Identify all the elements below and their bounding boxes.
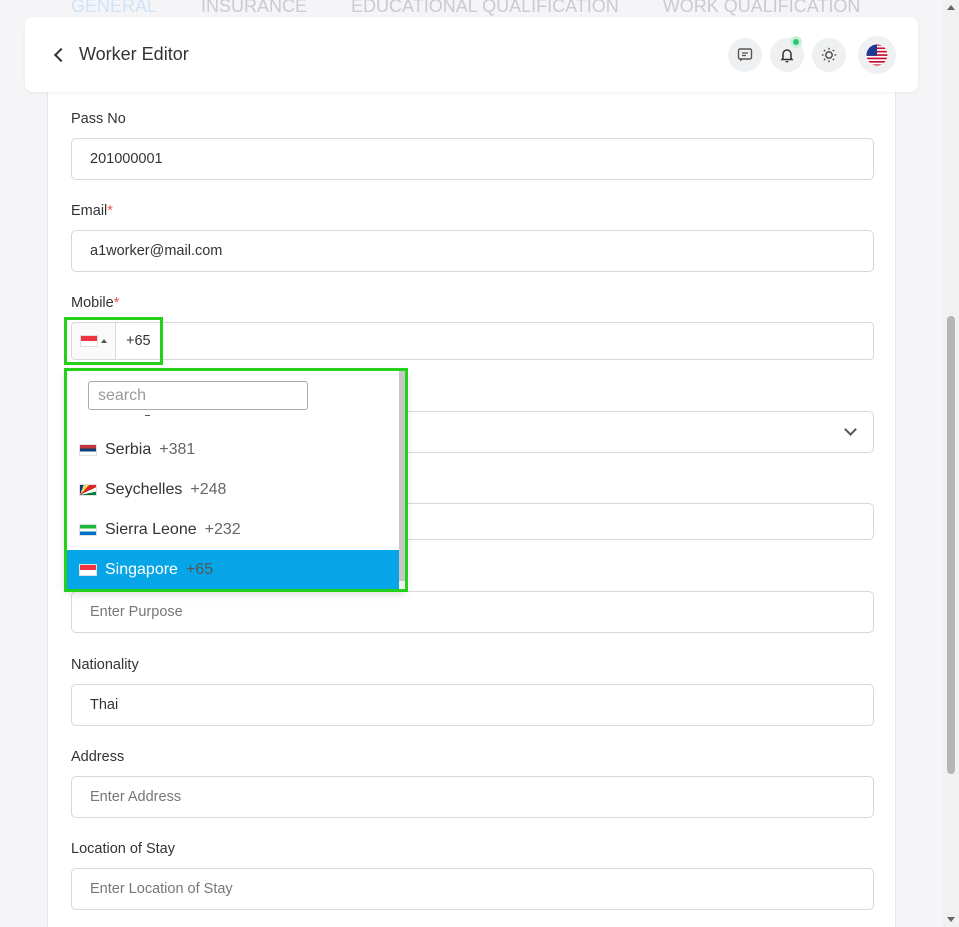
nationality-input[interactable]: Thai	[71, 684, 874, 726]
dial-code: +65	[126, 333, 151, 349]
list-item-partial[interactable]	[67, 411, 399, 430]
dropdown-scrollbar[interactable]	[399, 371, 405, 589]
scroll-up-arrow-icon[interactable]	[947, 5, 955, 10]
caret-up-icon	[101, 339, 107, 343]
country-name: Seychelles	[105, 481, 183, 498]
country-code-selector[interactable]	[72, 323, 116, 359]
page-scrollbar[interactable]	[943, 0, 959, 927]
country-option-singapore[interactable]: Singapore +65	[67, 550, 399, 589]
us-flag-icon	[866, 44, 888, 65]
email-label: Email*	[71, 203, 113, 219]
required-mark: *	[113, 295, 120, 311]
country-code: +65	[185, 561, 214, 578]
language-button[interactable]	[858, 35, 896, 74]
header-actions	[728, 35, 896, 74]
singapore-flag-icon	[79, 564, 97, 576]
location-of-stay-label: Location of Stay	[71, 841, 175, 857]
mobile-field: Mobile* +65	[71, 295, 874, 360]
scroll-down-arrow-icon[interactable]	[947, 917, 955, 922]
serbia-flag-icon	[79, 444, 97, 456]
seychelles-flag-icon	[79, 484, 97, 496]
country-option-sierra-leone[interactable]: Sierra Leone +232	[67, 510, 399, 550]
nationality-label: Nationality	[71, 657, 139, 673]
sun-icon	[821, 47, 837, 62]
mobile-input[interactable]: +65	[71, 322, 874, 360]
page-scrollbar-thumb[interactable]	[947, 316, 955, 774]
tab-work-qualification[interactable]: WORK QUALIFICATION	[663, 0, 861, 17]
country-name: Sierra Leone	[105, 521, 197, 538]
country-dropdown: Serbia +381 Seychelles +248 Sierra Leone…	[67, 371, 405, 589]
country-search-input[interactable]	[88, 381, 308, 410]
address-input[interactable]: Enter Address	[71, 776, 874, 818]
country-list: Serbia +381 Seychelles +248 Sierra Leone…	[67, 411, 399, 589]
address-label: Address	[71, 749, 125, 765]
chat-button[interactable]	[728, 37, 762, 72]
tab-educational-qualification[interactable]: EDUCATIONAL QUALIFICATION	[351, 0, 619, 17]
country-code: +381	[159, 441, 196, 458]
purpose-input[interactable]: Enter Purpose	[71, 591, 874, 633]
editor-header: Worker Editor	[25, 17, 918, 92]
country-option-seychelles[interactable]: Seychelles +248	[67, 470, 399, 510]
nationality-field: Nationality Thai	[71, 657, 874, 726]
country-name: Serbia	[105, 441, 152, 458]
country-name: Singapore	[105, 561, 178, 578]
singapore-flag-icon	[80, 335, 98, 347]
sierra-leone-flag-icon	[79, 524, 97, 536]
address-field: Address Enter Address	[71, 749, 874, 818]
tab-general[interactable]: GENERAL	[71, 0, 157, 17]
country-option-serbia[interactable]: Serbia +381	[67, 430, 399, 470]
back-chevron-icon[interactable]	[53, 48, 67, 62]
tab-strip: GENERAL INSURANCE EDUCATIONAL QUALIFICAT…	[71, 0, 860, 17]
chevron-down-icon	[844, 423, 857, 436]
location-of-stay-input[interactable]: Enter Location of Stay	[71, 868, 874, 910]
dropdown-scrollbar-thumb[interactable]	[399, 371, 405, 581]
notifications-button[interactable]	[770, 35, 804, 72]
country-code: +232	[204, 521, 241, 538]
mobile-label: Mobile*	[71, 295, 120, 311]
pass-no-field: Pass No 201000001	[71, 111, 874, 180]
notification-dot	[790, 35, 802, 48]
email-input[interactable]: a1worker@mail.com	[71, 230, 874, 272]
tab-insurance[interactable]: INSURANCE	[201, 0, 307, 17]
location-of-stay-field: Location of Stay Enter Location of Stay	[71, 841, 874, 910]
required-mark: *	[107, 203, 113, 219]
bell-icon	[780, 48, 794, 62]
theme-toggle-button[interactable]	[812, 37, 846, 72]
page-title: Worker Editor	[79, 44, 189, 64]
pass-no-input[interactable]: 201000001	[71, 138, 874, 180]
chat-icon	[737, 47, 753, 61]
country-code: +248	[190, 481, 227, 498]
email-field: Email* a1worker@mail.com	[71, 203, 874, 272]
pass-no-label: Pass No	[71, 111, 126, 127]
purpose-field: Enter Purpose	[71, 591, 874, 633]
